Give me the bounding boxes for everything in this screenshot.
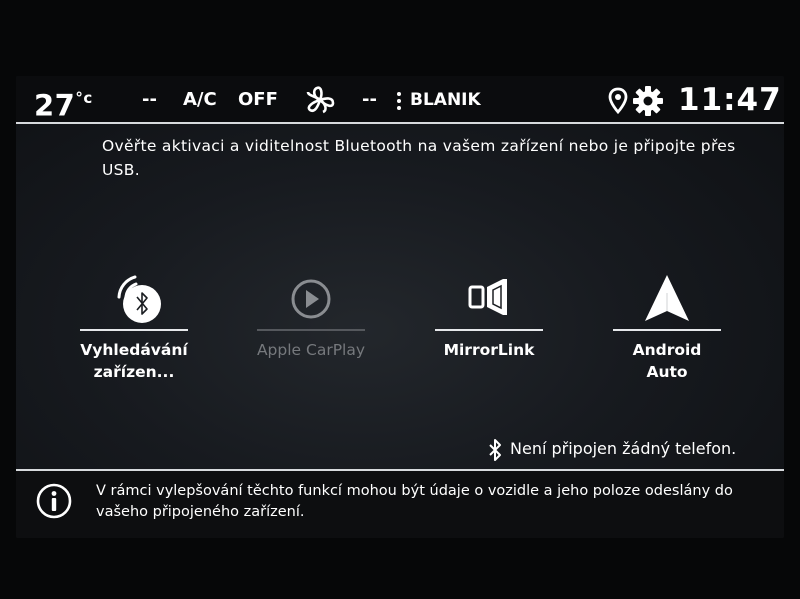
tile-underline [613,329,721,331]
phone-connection-status: Není připojen žádný telefon. [488,436,736,462]
tile-label: Android Auto [632,341,702,381]
bluetooth-icon [489,438,501,461]
fan-icon[interactable] [304,85,336,115]
temperature-value: 27 [34,88,76,123]
mirrorlink-icon [468,279,507,315]
status-bar: 27°c -- A/C OFF -- BLANIK 11:47 [16,76,784,124]
tile-mirrorlink[interactable]: MirrorLink [434,271,544,361]
gear-icon[interactable] [632,85,664,117]
carplay-play-icon [291,279,331,319]
tile-underline [257,329,365,331]
info-bar: V rámci vylepšování těchto funkcí mohou … [16,471,784,538]
infotainment-screen: 27°c -- A/C OFF -- BLANIK 11:47 Ověřte a… [16,76,784,538]
tile-apple-carplay: Apple CarPlay [256,271,366,361]
phone-status-text: Není připojen žádný telefon. [510,439,737,458]
tile-label: Apple CarPlay [256,341,366,359]
blanik-button[interactable]: BLANIK [410,76,481,124]
temperature-unit: °c [75,89,93,107]
tile-underline [435,329,543,331]
bluetooth-search-icon [117,275,161,323]
tile-device-search[interactable]: Vyhledávání zařízen... [79,271,189,383]
android-auto-icon [645,275,689,321]
tile-underline [80,329,188,331]
info-icon [36,483,72,519]
tile-label: Vyhledávání zařízen... [80,341,188,381]
tile-label: MirrorLink [443,341,535,359]
connection-instruction: Ověřte aktivaci a viditelnost Bluetooth … [102,137,736,179]
fan-speed-left[interactable]: -- [142,76,157,124]
info-text: V rámci vylepšování těchto funkcí mohou … [96,483,733,520]
ac-state[interactable]: OFF [238,76,278,124]
ac-label[interactable]: A/C [183,76,217,124]
tile-android-auto[interactable]: Android Auto [612,271,722,383]
clock: 11:47 [678,82,782,118]
more-dots-icon [397,91,401,111]
temperature-display[interactable]: 27°c [34,76,93,124]
location-pin-icon[interactable] [608,87,628,115]
fan-speed-right[interactable]: -- [362,76,377,124]
